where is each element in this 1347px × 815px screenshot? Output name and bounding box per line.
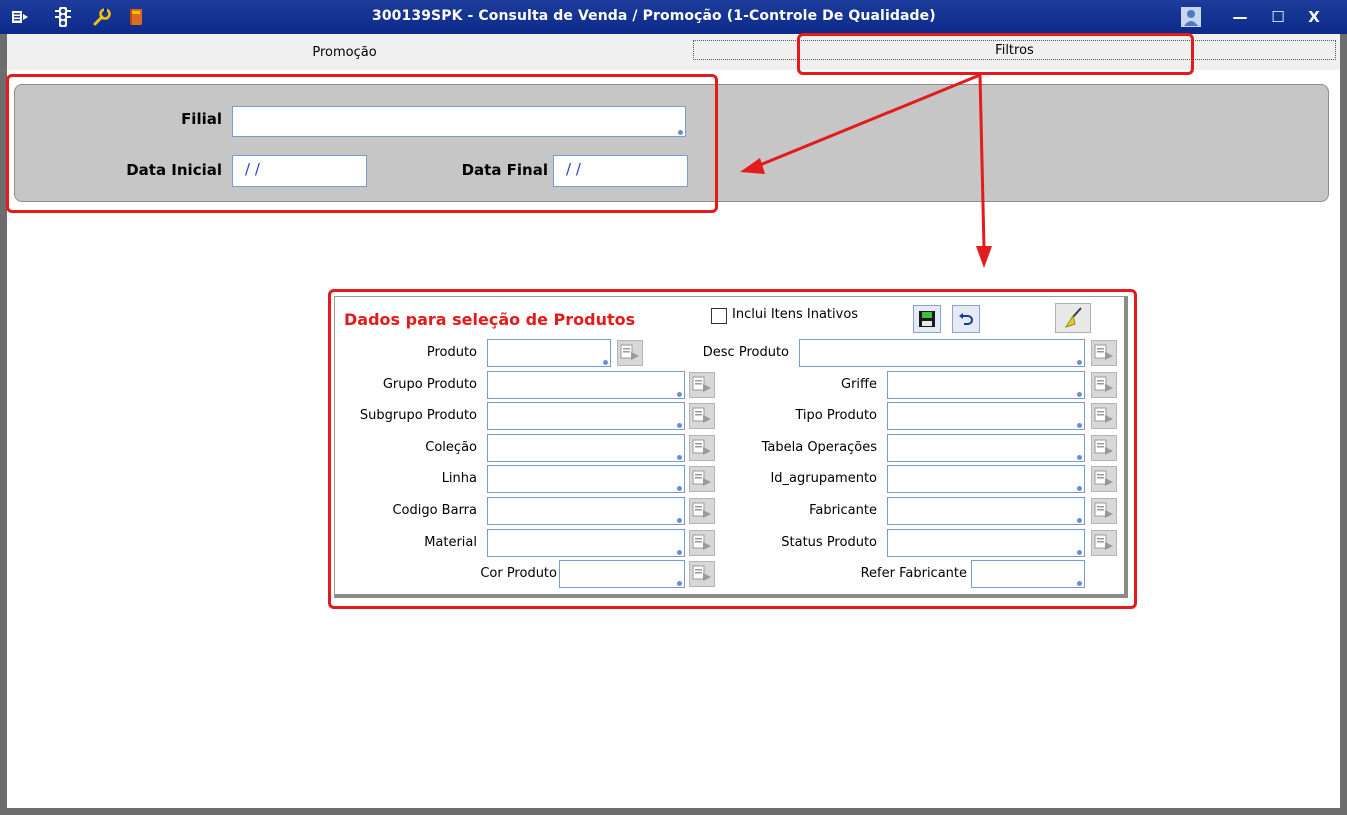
left-field-label: Coleção xyxy=(425,440,477,455)
lookup-list-icon xyxy=(692,376,711,392)
left-field-label: Grupo Produto xyxy=(382,377,477,392)
right-field-input[interactable] xyxy=(971,560,1085,588)
left-field-input[interactable] xyxy=(487,339,611,367)
lookup-list-icon xyxy=(692,534,711,550)
lookup-button[interactable] xyxy=(689,466,715,492)
left-field-input[interactable] xyxy=(487,434,685,462)
lookup-dot-icon xyxy=(677,581,682,586)
lookup-dot-icon xyxy=(677,486,682,491)
lookup-dot-icon xyxy=(677,392,682,397)
lookup-button[interactable] xyxy=(689,561,715,587)
broom-icon xyxy=(1064,307,1082,328)
lookup-dot-icon xyxy=(1077,423,1082,428)
floppy-disk-icon xyxy=(919,311,935,327)
lookup-list-icon xyxy=(1094,534,1113,550)
left-field-label: Produto xyxy=(426,345,477,360)
lookup-dot-icon xyxy=(1077,392,1082,397)
left-field-label: Material xyxy=(424,535,477,550)
right-field-input[interactable] xyxy=(887,497,1085,525)
lookup-button[interactable] xyxy=(689,530,715,556)
lookup-button[interactable] xyxy=(689,403,715,429)
undo-icon xyxy=(959,313,973,325)
right-field-input[interactable] xyxy=(887,529,1085,557)
lookup-dot-icon xyxy=(1077,360,1082,365)
clear-button[interactable] xyxy=(1055,303,1091,333)
lookup-dot-icon xyxy=(603,360,608,365)
lookup-list-icon xyxy=(1094,376,1113,392)
lookup-list-icon xyxy=(1094,502,1113,518)
lookup-button[interactable] xyxy=(689,372,715,398)
right-field-input[interactable] xyxy=(887,434,1085,462)
right-field-label: Desc Produto xyxy=(702,345,789,360)
lookup-button[interactable] xyxy=(1091,372,1117,398)
group-title: Dados para seleção de Produtos xyxy=(344,310,636,329)
lookup-dot-icon xyxy=(677,518,682,523)
right-field-input[interactable] xyxy=(887,371,1085,399)
inclui-inativos-checkbox[interactable] xyxy=(711,308,727,324)
lookup-button[interactable] xyxy=(1091,403,1117,429)
lookup-dot-icon xyxy=(1077,581,1082,586)
lookup-list-icon xyxy=(692,407,711,423)
lookup-list-icon xyxy=(1094,439,1113,455)
lookup-dot-icon xyxy=(1077,486,1082,491)
lookup-dot-icon xyxy=(1077,550,1082,555)
lookup-button[interactable] xyxy=(1091,498,1117,524)
product-selection-group: Dados para seleção de Produtos Inclui It… xyxy=(334,296,1128,598)
left-field-input[interactable] xyxy=(559,560,685,588)
lookup-list-icon xyxy=(620,344,639,360)
lookup-dot-icon xyxy=(1077,518,1082,523)
lookup-button[interactable] xyxy=(617,340,643,366)
lookup-list-icon xyxy=(692,565,711,581)
right-field-label: Refer Fabricante xyxy=(860,566,967,581)
inclui-inativos-label: Inclui Itens Inativos xyxy=(732,307,859,322)
lookup-button[interactable] xyxy=(689,498,715,524)
right-field-input[interactable] xyxy=(799,339,1085,367)
right-field-label: Griffe xyxy=(841,377,877,392)
right-field-label: Id_agrupamento xyxy=(770,471,877,486)
left-field-input[interactable] xyxy=(487,465,685,493)
lookup-dot-icon xyxy=(677,455,682,460)
left-field-input[interactable] xyxy=(487,402,685,430)
lookup-button[interactable] xyxy=(1091,466,1117,492)
lookup-dot-icon xyxy=(1077,455,1082,460)
right-field-label: Fabricante xyxy=(809,503,877,518)
lookup-list-icon xyxy=(1094,407,1113,423)
lookup-dot-icon xyxy=(677,423,682,428)
right-field-label: Tabela Operações xyxy=(761,440,877,455)
lookup-button[interactable] xyxy=(689,435,715,461)
lookup-button[interactable] xyxy=(1091,340,1117,366)
lookup-button[interactable] xyxy=(1091,435,1117,461)
left-field-input[interactable] xyxy=(487,371,685,399)
lookup-list-icon xyxy=(1094,344,1113,360)
left-field-input[interactable] xyxy=(487,529,685,557)
undo-button[interactable] xyxy=(952,305,980,333)
right-field-label: Tipo Produto xyxy=(795,408,877,423)
lookup-list-icon xyxy=(692,470,711,486)
left-field-label: Cor Produto xyxy=(480,566,557,581)
right-field-input[interactable] xyxy=(887,465,1085,493)
right-field-label: Status Produto xyxy=(781,535,877,550)
left-field-label: Linha xyxy=(441,471,477,486)
lookup-list-icon xyxy=(692,502,711,518)
lookup-list-icon xyxy=(692,439,711,455)
left-field-label: Subgrupo Produto xyxy=(359,408,477,423)
save-button[interactable] xyxy=(913,305,941,333)
lookup-list-icon xyxy=(1094,470,1113,486)
left-field-label: Codigo Barra xyxy=(392,503,477,518)
lookup-button[interactable] xyxy=(1091,530,1117,556)
right-field-input[interactable] xyxy=(887,402,1085,430)
left-field-input[interactable] xyxy=(487,497,685,525)
lookup-dot-icon xyxy=(677,550,682,555)
